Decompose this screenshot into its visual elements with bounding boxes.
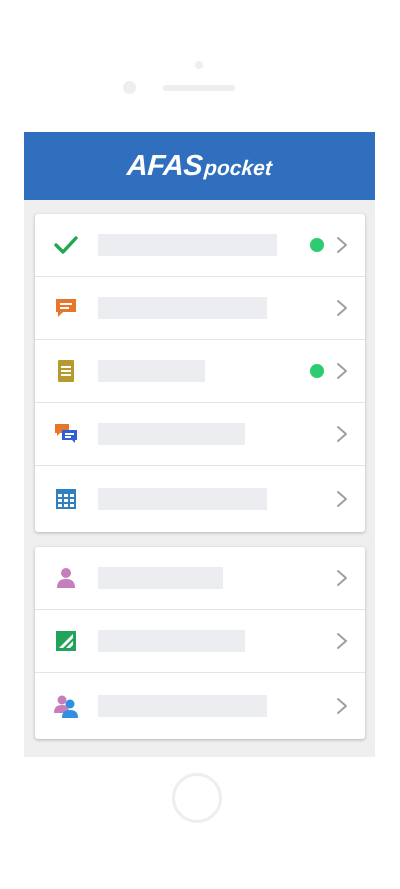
logo-main-text: AFAS (125, 149, 204, 182)
status-indicator-dot (310, 238, 324, 252)
menu-item-conversations[interactable] (35, 403, 365, 466)
menu-item-label (98, 488, 267, 510)
menu-item-messages[interactable] (35, 277, 365, 340)
menu-item-label (98, 630, 245, 652)
menu-item-label (98, 423, 245, 445)
menu-item-profile[interactable] (35, 547, 365, 610)
document-icon (53, 358, 79, 384)
afas-pocket-logo: AFAS pocket (126, 150, 273, 183)
home-button[interactable] (172, 773, 222, 823)
chevron-right-icon (335, 362, 349, 380)
conversation-icon (53, 421, 79, 447)
menu-card-secondary (35, 547, 365, 739)
app-header: AFAS pocket (24, 132, 375, 200)
phone-device: AFAS pocket (0, 0, 400, 889)
chevron-right-icon (335, 632, 349, 650)
table-icon (53, 486, 79, 512)
chevron-right-icon (335, 569, 349, 587)
front-sensor (123, 81, 136, 94)
menu-item-contacts[interactable] (35, 673, 365, 739)
chevron-right-icon (335, 425, 349, 443)
status-indicator-dot (310, 364, 324, 378)
camera-dot (195, 61, 203, 69)
person-icon (53, 565, 79, 591)
menu-item-label (98, 297, 267, 319)
chevron-right-icon (335, 697, 349, 715)
menu-item-tasks[interactable] (35, 214, 365, 277)
report-icon (53, 628, 79, 654)
earpiece-speaker (163, 85, 235, 91)
people-icon (53, 693, 79, 719)
menu-item-label (98, 567, 223, 589)
menu-item-label (98, 695, 267, 717)
menu-item-tables[interactable] (35, 466, 365, 532)
checkmark-icon (53, 232, 79, 258)
menu-item-reports[interactable] (35, 610, 365, 673)
logo-sub-text: pocket (203, 156, 273, 180)
menu-card-primary (35, 214, 365, 532)
menu-item-documents[interactable] (35, 340, 365, 403)
chevron-right-icon (335, 490, 349, 508)
chevron-right-icon (335, 236, 349, 254)
menu-item-label (98, 234, 277, 256)
chat-bubble-icon (53, 295, 79, 321)
phone-screen: AFAS pocket (24, 132, 375, 757)
chevron-right-icon (335, 299, 349, 317)
menu-item-label (98, 360, 205, 382)
